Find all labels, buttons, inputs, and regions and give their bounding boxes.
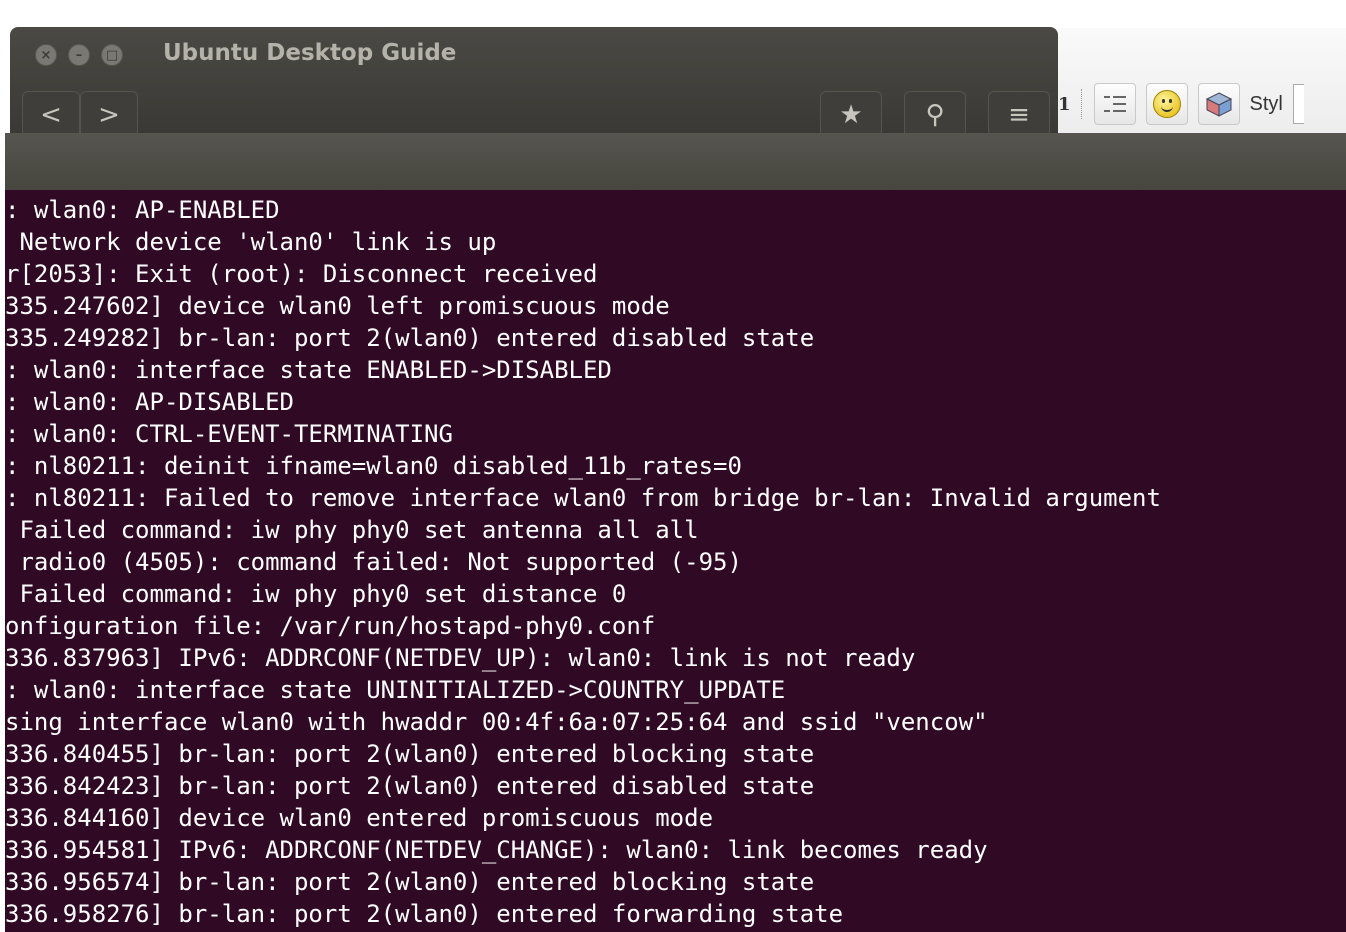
- terminal-line: : nl80211: Failed to remove interface wl…: [5, 484, 1161, 512]
- maximize-icon[interactable]: □: [101, 44, 123, 66]
- terminal-line: onfiguration file: /var/run/hostapd-phy0…: [5, 612, 656, 640]
- terminal-line: 336.840455] br-lan: port 2(wlan0) entere…: [5, 740, 815, 768]
- terminal-line: : nl80211: deinit ifname=wlan0 disabled_…: [5, 452, 742, 480]
- close-icon[interactable]: ×: [35, 44, 57, 66]
- terminal-line: Failed command: iw phy phy0 set distance…: [5, 580, 627, 608]
- terminal-lines: : wlan0: AP-ENABLED Network device 'wlan…: [5, 190, 1346, 930]
- terminal-line: 336.958276] br-lan: port 2(wlan0) entere…: [5, 900, 844, 928]
- terminal-header-band: [5, 133, 1346, 190]
- terminal-line: 336.844160] device wlan0 entered promisc…: [5, 804, 714, 832]
- chevron-left-icon: <: [40, 100, 62, 130]
- terminal-line: 336.956574] br-lan: port 2(wlan0) entere…: [5, 868, 815, 896]
- terminal-line: sing interface wlan0 with hwaddr 00:4f:6…: [5, 708, 988, 736]
- menu-button[interactable]: ≡: [988, 91, 1050, 133]
- search-button[interactable]: ⚲: [904, 91, 966, 133]
- terminal-line: : wlan0: AP-DISABLED: [5, 388, 294, 416]
- terminal-line: Failed command: iw phy phy0 set antenna …: [5, 516, 699, 544]
- hamburger-menu-icon: ≡: [1008, 100, 1030, 130]
- chevron-right-icon: >: [98, 100, 120, 130]
- terminal-line: 336.842423] br-lan: port 2(wlan0) entere…: [5, 772, 815, 800]
- terminal-line: r[2053]: Exit (root): Disconnect receive…: [5, 260, 598, 288]
- terminal-line: : wlan0: CTRL-EVENT-TERMINATING: [5, 420, 453, 448]
- terminal-line: : wlan0: interface state ENABLED->DISABL…: [5, 356, 612, 384]
- back-button[interactable]: <: [22, 91, 80, 133]
- forward-button[interactable]: >: [80, 91, 138, 133]
- terminal-line: Network device 'wlan0' link is up: [5, 228, 497, 256]
- window-title: Ubuntu Desktop Guide: [163, 40, 457, 66]
- terminal-line: 335.247602] device wlan0 left promiscuou…: [5, 292, 670, 320]
- terminal-line: 335.249282] br-lan: port 2(wlan0) entere…: [5, 324, 815, 352]
- search-icon: ⚲: [925, 100, 945, 130]
- title-bar[interactable]: × – □ Ubuntu Desktop Guide < > ★ ⚲ ≡: [10, 27, 1058, 133]
- terminal-output[interactable]: : wlan0: AP-ENABLED Network device 'wlan…: [5, 190, 1346, 932]
- minimize-icon[interactable]: –: [68, 44, 90, 66]
- terminal-line: radio0 (4505): command failed: Not suppo…: [5, 548, 742, 576]
- terminal-line: 336.954581] IPv6: ADDRCONF(NETDEV_CHANGE…: [5, 836, 988, 864]
- bookmark-button[interactable]: ★: [820, 91, 882, 133]
- star-icon: ★: [839, 100, 863, 130]
- terminal-line: 336.837963] IPv6: ADDRCONF(NETDEV_UP): w…: [5, 644, 916, 672]
- terminal-window: × – □ Ubuntu Desktop Guide < > ★ ⚲ ≡ : w…: [5, 27, 1346, 932]
- terminal-line: : wlan0: AP-ENABLED: [5, 196, 280, 224]
- terminal-line: : wlan0: interface state UNINITIALIZED->…: [5, 676, 786, 704]
